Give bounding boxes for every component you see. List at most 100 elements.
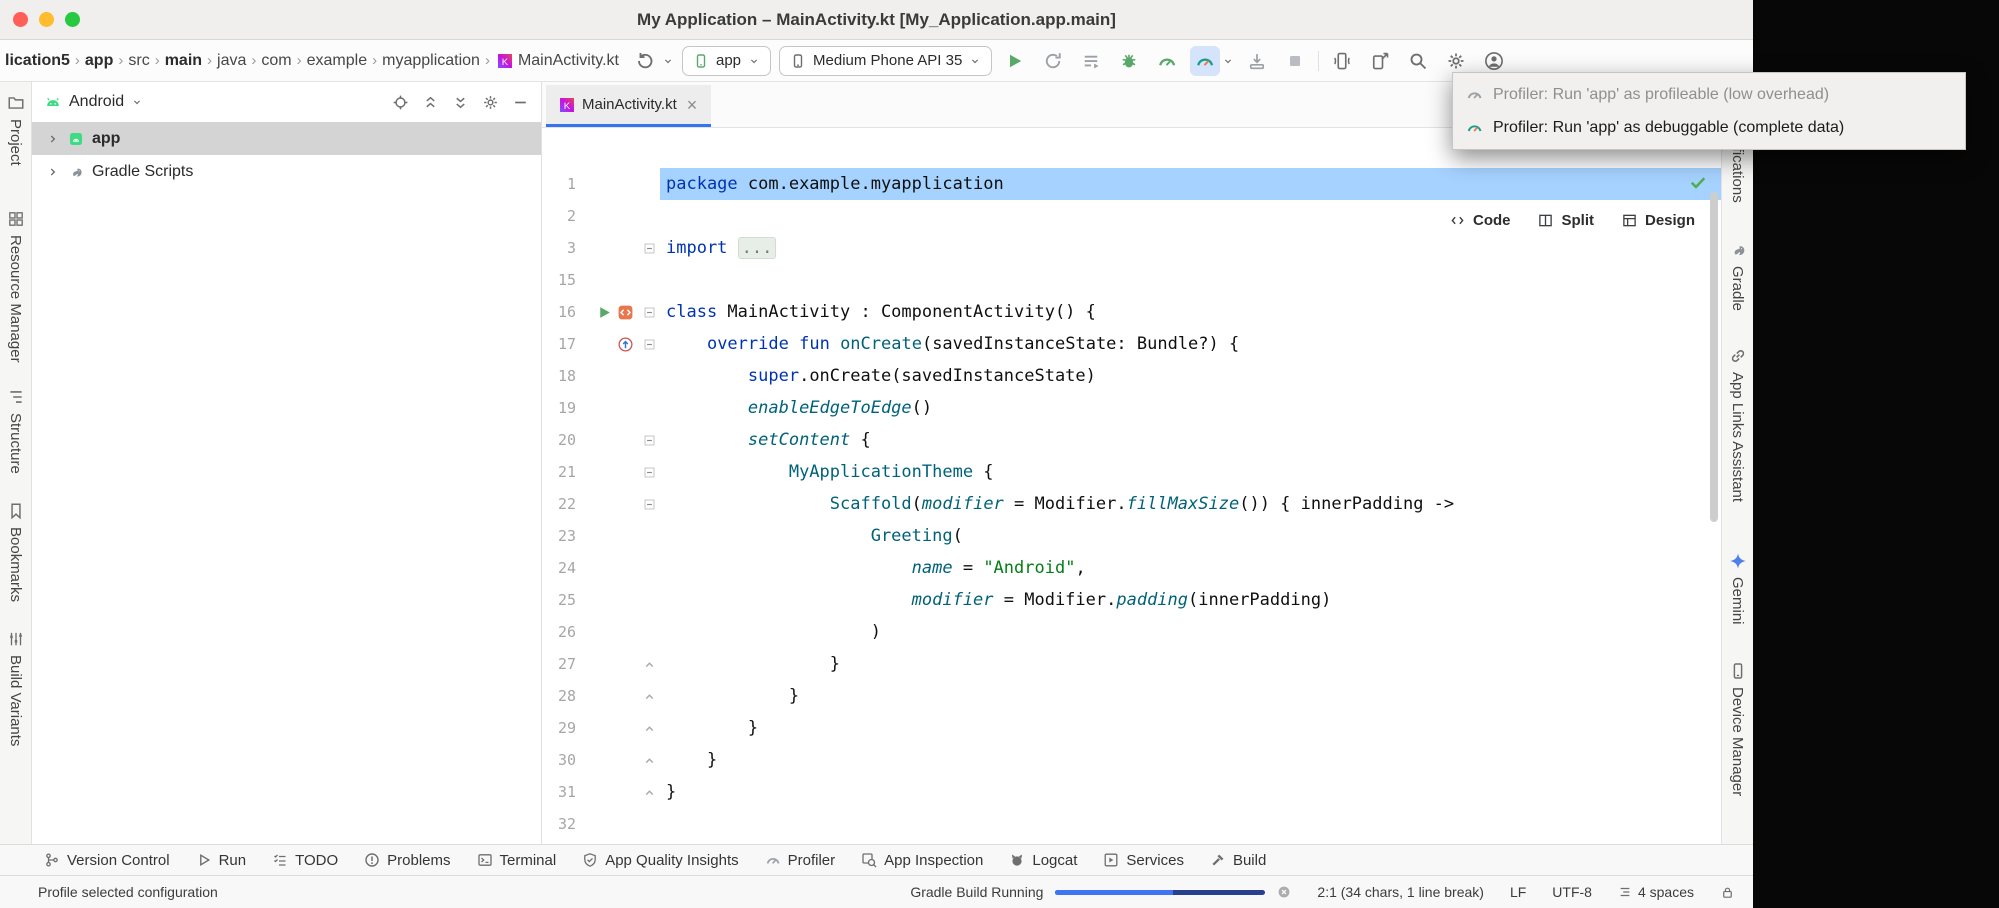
code-line[interactable]: name = "Android", — [660, 552, 1721, 584]
attach-debugger-icon[interactable] — [1242, 46, 1272, 76]
run-button[interactable] — [1000, 46, 1030, 76]
fold-marker[interactable] — [638, 456, 660, 488]
tool-stripe-app-links-assistant[interactable]: App Links Assistant — [1729, 347, 1747, 502]
code-line[interactable]: } — [660, 712, 1721, 744]
line-number[interactable]: 31 — [542, 776, 576, 808]
debug-button[interactable] — [1114, 46, 1144, 76]
gutter[interactable] — [576, 488, 638, 520]
tree-item-app[interactable]: app — [32, 122, 541, 155]
tool-window-button-run[interactable]: Run — [196, 852, 247, 869]
tool-window-button-app-inspection[interactable]: App Inspection — [861, 852, 983, 869]
tool-window-button-terminal[interactable]: Terminal — [477, 852, 557, 869]
code-line[interactable]: modifier = Modifier.padding(innerPadding… — [660, 584, 1721, 616]
code-line[interactable]: } — [660, 776, 1721, 808]
fold-marker[interactable] — [638, 488, 660, 520]
tool-stripe-device-manager[interactable]: Device Manager — [1729, 662, 1747, 796]
fold-marker[interactable] — [638, 744, 660, 776]
code-line[interactable]: setContent { — [660, 424, 1721, 456]
gutter[interactable] — [576, 264, 638, 296]
gutter[interactable] — [576, 456, 638, 488]
tool-stripe-build-variants[interactable]: Build Variants — [7, 630, 25, 746]
gutter[interactable] — [576, 552, 638, 584]
gutter[interactable] — [576, 744, 638, 776]
line-number[interactable]: 30 — [542, 744, 576, 776]
editor-scrollbar[interactable] — [1710, 192, 1718, 522]
editor-tab[interactable]: K MainActivity.kt × — [546, 85, 711, 127]
code-line[interactable]: MyApplicationTheme { — [660, 456, 1721, 488]
tool-window-button-todo[interactable]: TODO — [272, 852, 338, 869]
tool-window-button-profiler[interactable]: Profiler — [765, 852, 836, 869]
gutter[interactable] — [576, 584, 638, 616]
gutter[interactable] — [576, 808, 638, 840]
line-number[interactable]: 18 — [542, 360, 576, 392]
settings-icon[interactable] — [1441, 46, 1471, 76]
code-editor[interactable]: 1package com.example.myapplication23impo… — [542, 128, 1721, 844]
gutter[interactable] — [576, 360, 638, 392]
breadcrumb-item[interactable]: example — [304, 52, 370, 70]
search-everywhere-icon[interactable] — [1403, 46, 1433, 76]
code-line[interactable]: } — [660, 680, 1721, 712]
tool-window-button-services[interactable]: Services — [1103, 852, 1184, 869]
line-number[interactable]: 22 — [542, 488, 576, 520]
tool-window-button-app-quality-insights[interactable]: App Quality Insights — [582, 852, 738, 869]
profiler-menu-item[interactable]: Profiler: Run 'app' as profileable (low … — [1453, 78, 1965, 111]
fold-marker[interactable] — [638, 776, 660, 808]
fold-marker[interactable] — [638, 680, 660, 712]
tool-window-button-build[interactable]: Build — [1210, 852, 1266, 869]
line-ending-widget[interactable]: LF — [1510, 884, 1526, 900]
project-view-selector[interactable]: Android — [44, 93, 143, 111]
inspections-status-icon[interactable] — [1688, 172, 1708, 192]
breadcrumb-item[interactable]: lication5 — [2, 52, 73, 70]
breadcrumb-item[interactable]: myapplication — [379, 52, 483, 70]
tool-stripe-project[interactable]: Project — [7, 94, 25, 166]
line-number[interactable]: 16 — [542, 296, 576, 328]
device-select[interactable]: Medium Phone API 35 — [779, 46, 992, 76]
hide-panel-icon[interactable] — [512, 94, 529, 111]
gutter[interactable] — [576, 168, 638, 200]
editor-mode-code[interactable]: Code — [1450, 212, 1511, 229]
user-avatar[interactable] — [1479, 46, 1509, 76]
tool-stripe-gradle[interactable]: Gradle — [1729, 241, 1747, 311]
profiler-button[interactable] — [1190, 46, 1220, 76]
run-configuration-select[interactable]: app — [682, 46, 771, 76]
editor-mode-split[interactable]: Split — [1538, 212, 1594, 229]
breadcrumb-item[interactable]: com — [258, 52, 294, 70]
indent-widget[interactable]: 4 spaces — [1618, 884, 1694, 900]
gutter[interactable] — [576, 712, 638, 744]
collapse-all-icon[interactable] — [452, 94, 469, 111]
line-number[interactable]: 17 — [542, 328, 576, 360]
gutter[interactable] — [576, 392, 638, 424]
line-number[interactable]: 23 — [542, 520, 576, 552]
close-tab-icon[interactable]: × — [687, 96, 698, 114]
line-number[interactable]: 20 — [542, 424, 576, 456]
tool-window-button-logcat[interactable]: Logcat — [1009, 852, 1077, 869]
line-number[interactable]: 2 — [542, 200, 576, 232]
fold-marker[interactable] — [638, 648, 660, 680]
fold-marker[interactable] — [638, 328, 660, 360]
tree-item-gradle-scripts[interactable]: Gradle Scripts — [32, 155, 541, 188]
code-line[interactable]: Greeting( — [660, 520, 1721, 552]
select-opened-file-icon[interactable] — [392, 94, 409, 111]
zoom-window-button[interactable] — [65, 12, 80, 27]
gutter[interactable] — [576, 616, 638, 648]
device-mirroring-icon[interactable] — [1365, 46, 1395, 76]
code-line[interactable]: class MainActivity : ComponentActivity()… — [660, 296, 1721, 328]
editor-mode-design[interactable]: Design — [1622, 212, 1695, 229]
minimize-window-button[interactable] — [39, 12, 54, 27]
tool-stripe-resource-manager[interactable]: Resource Manager — [7, 210, 25, 363]
close-window-button[interactable] — [13, 12, 28, 27]
fold-marker[interactable] — [638, 424, 660, 456]
breadcrumb-item[interactable]: src — [125, 52, 152, 70]
breadcrumb-item[interactable]: java — [214, 52, 249, 70]
tool-stripe-bookmarks[interactable]: Bookmarks — [7, 502, 25, 602]
line-number[interactable]: 1 — [542, 168, 576, 200]
line-number[interactable]: 24 — [542, 552, 576, 584]
encoding-widget[interactable]: UTF-8 — [1552, 884, 1592, 900]
apply-code-changes-icon[interactable] — [1076, 46, 1106, 76]
gutter[interactable] — [576, 680, 638, 712]
running-devices-icon[interactable] — [1327, 46, 1357, 76]
tool-stripe-structure[interactable]: Structure — [7, 388, 25, 474]
apply-changes-icon[interactable] — [1038, 46, 1068, 76]
line-number[interactable]: 26 — [542, 616, 576, 648]
gutter[interactable] — [576, 520, 638, 552]
